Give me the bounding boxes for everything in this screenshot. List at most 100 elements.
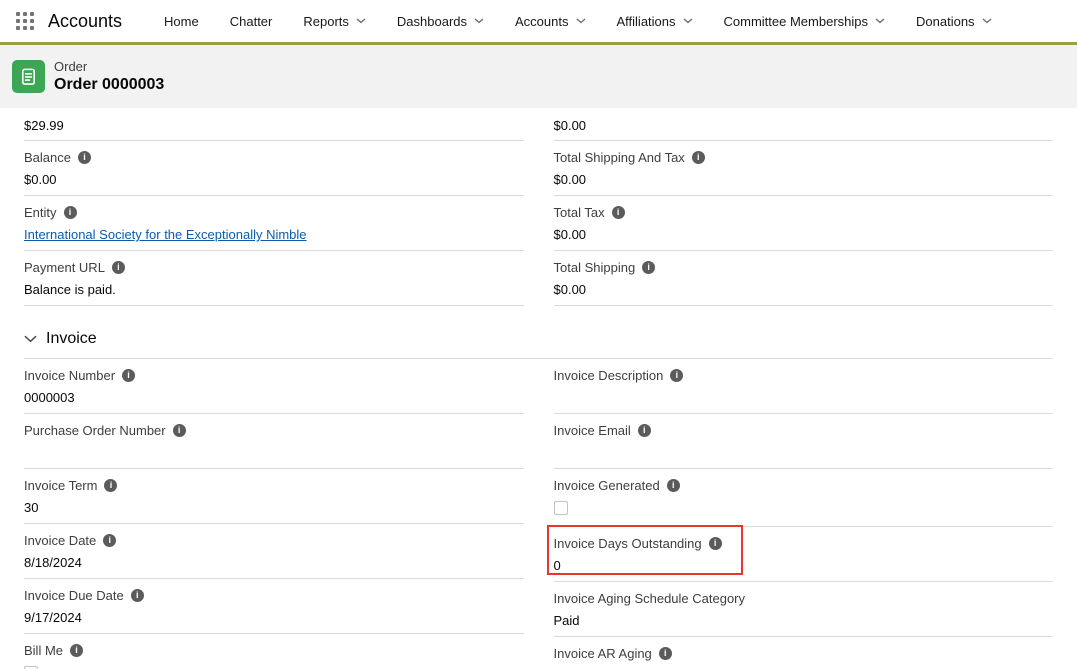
field-value: 0000003 [24,389,524,406]
nav-item-accounts[interactable]: Accounts [515,14,585,29]
field-label: Total Tax [554,205,605,220]
info-icon[interactable]: i [104,479,117,492]
nav-item-label: Chatter [230,14,273,29]
section-title: Invoice [46,330,97,348]
field-value: Balance is paid. [24,281,524,298]
global-nav: Accounts Home Chatter Reports Dashboards… [0,0,1077,45]
info-icon[interactable]: i [173,424,186,437]
field-value: 30 [24,499,524,516]
info-icon[interactable]: i [642,261,655,274]
field-purchase-order-number: Purchase Order Number i [24,414,524,469]
page-title: Order 0000003 [54,75,164,95]
nav-item-label: Home [164,14,199,29]
field-value [554,444,1054,461]
field-label: Invoice Term [24,478,97,493]
field-value: $0.00 [24,171,524,188]
field-label: Purchase Order Number [24,423,166,438]
field-label: Invoice Description [554,368,664,383]
field-label: Bill Me [24,643,63,658]
nav-item-donations[interactable]: Donations [916,14,992,29]
nav-item-reports[interactable]: Reports [303,14,366,29]
field-label: Invoice Email [554,423,631,438]
field-label: Balance [24,150,71,165]
field-label: Invoice Generated [554,478,660,493]
nav-item-affiliations[interactable]: Affiliations [617,14,693,29]
info-icon[interactable]: i [103,534,116,547]
info-icon[interactable]: i [131,589,144,602]
entity-type-label: Order [54,59,164,75]
field-value: $0.00 [554,117,1054,134]
nav-item-label: Accounts [515,14,568,29]
record-detail: $29.99 Balance i $0.00 Entity i Internat… [0,108,1077,669]
chevron-down-icon [576,18,586,24]
field-entity: Entity i International Society for the E… [24,196,524,251]
info-icon[interactable]: i [112,261,125,274]
field-invoice-aging-schedule-category: Invoice Aging Schedule Category Paid [554,582,1054,637]
field-label: Invoice AR Aging [554,646,652,661]
order-icon [12,60,45,93]
app-launcher-icon[interactable] [16,12,34,30]
field-invoice-number: Invoice Number i 0000003 [24,359,524,414]
field-invoice-ar-aging: Invoice AR Aging i [554,637,1054,669]
chevron-down-icon [474,18,484,24]
field-value [24,444,524,461]
field-invoice-term: Invoice Term i 30 [24,469,524,524]
chevron-down-icon [356,18,366,24]
info-icon[interactable]: i [122,369,135,382]
field-balance: Balance i $0.00 [24,141,524,196]
info-icon[interactable]: i [70,644,83,657]
nav-item-label: Donations [916,14,975,29]
info-icon[interactable]: i [667,479,680,492]
field-label: Invoice Days Outstanding [554,536,702,551]
nav-item-dashboards[interactable]: Dashboards [397,14,484,29]
field-label: Invoice Number [24,368,115,383]
field-partial-left: $29.99 [24,108,524,141]
field-partial-right: $0.00 [554,108,1054,141]
field-total-tax: Total Tax i $0.00 [554,196,1054,251]
nav-item-label: Affiliations [617,14,676,29]
chevron-down-icon [24,335,37,343]
field-label: Invoice Date [24,533,96,548]
field-invoice-date: Invoice Date i 8/18/2024 [24,524,524,579]
field-payment-url: Payment URL i Balance is paid. [24,251,524,306]
info-icon[interactable]: i [78,151,91,164]
field-label: Entity [24,205,57,220]
nav-item-chatter[interactable]: Chatter [230,14,273,29]
field-value: 0 [554,557,1054,574]
field-value: $0.00 [554,226,1054,243]
field-bill-me: Bill Me i [24,634,524,669]
field-label: Total Shipping And Tax [554,150,685,165]
info-icon[interactable]: i [692,151,705,164]
section-invoice-header[interactable]: Invoice [24,323,1053,359]
field-total-shipping: Total Shipping i $0.00 [554,251,1054,306]
info-icon[interactable]: i [64,206,77,219]
record-header: Order Order 0000003 [0,45,1077,108]
entity-link[interactable]: International Society for the Exceptiona… [24,227,307,242]
field-value [554,389,1054,406]
field-invoice-email: Invoice Email i [554,414,1054,469]
field-label: Invoice Aging Schedule Category [554,591,746,606]
chevron-down-icon [982,18,992,24]
nav-tabs: Home Chatter Reports Dashboards Accounts… [164,14,992,29]
info-icon[interactable]: i [612,206,625,219]
field-invoice-description: Invoice Description i [554,359,1054,414]
field-label: Total Shipping [554,260,636,275]
field-label: Invoice Due Date [24,588,124,603]
field-invoice-due-date: Invoice Due Date i 9/17/2024 [24,579,524,634]
chevron-down-icon [875,18,885,24]
nav-item-home[interactable]: Home [164,14,199,29]
info-icon[interactable]: i [670,369,683,382]
field-value: $0.00 [554,281,1054,298]
field-value: Paid [554,612,1054,629]
info-icon[interactable]: i [709,537,722,550]
nav-item-committee-memberships[interactable]: Committee Memberships [724,14,886,29]
chevron-down-icon [683,18,693,24]
field-value: $0.00 [554,171,1054,188]
info-icon[interactable]: i [638,424,651,437]
field-label: Payment URL [24,260,105,275]
invoice-generated-checkbox[interactable] [554,501,568,515]
field-total-shipping-and-tax: Total Shipping And Tax i $0.00 [554,141,1054,196]
info-icon[interactable]: i [659,647,672,660]
field-invoice-days-outstanding: Invoice Days Outstanding i 0 [554,527,1054,582]
nav-item-label: Reports [303,14,349,29]
